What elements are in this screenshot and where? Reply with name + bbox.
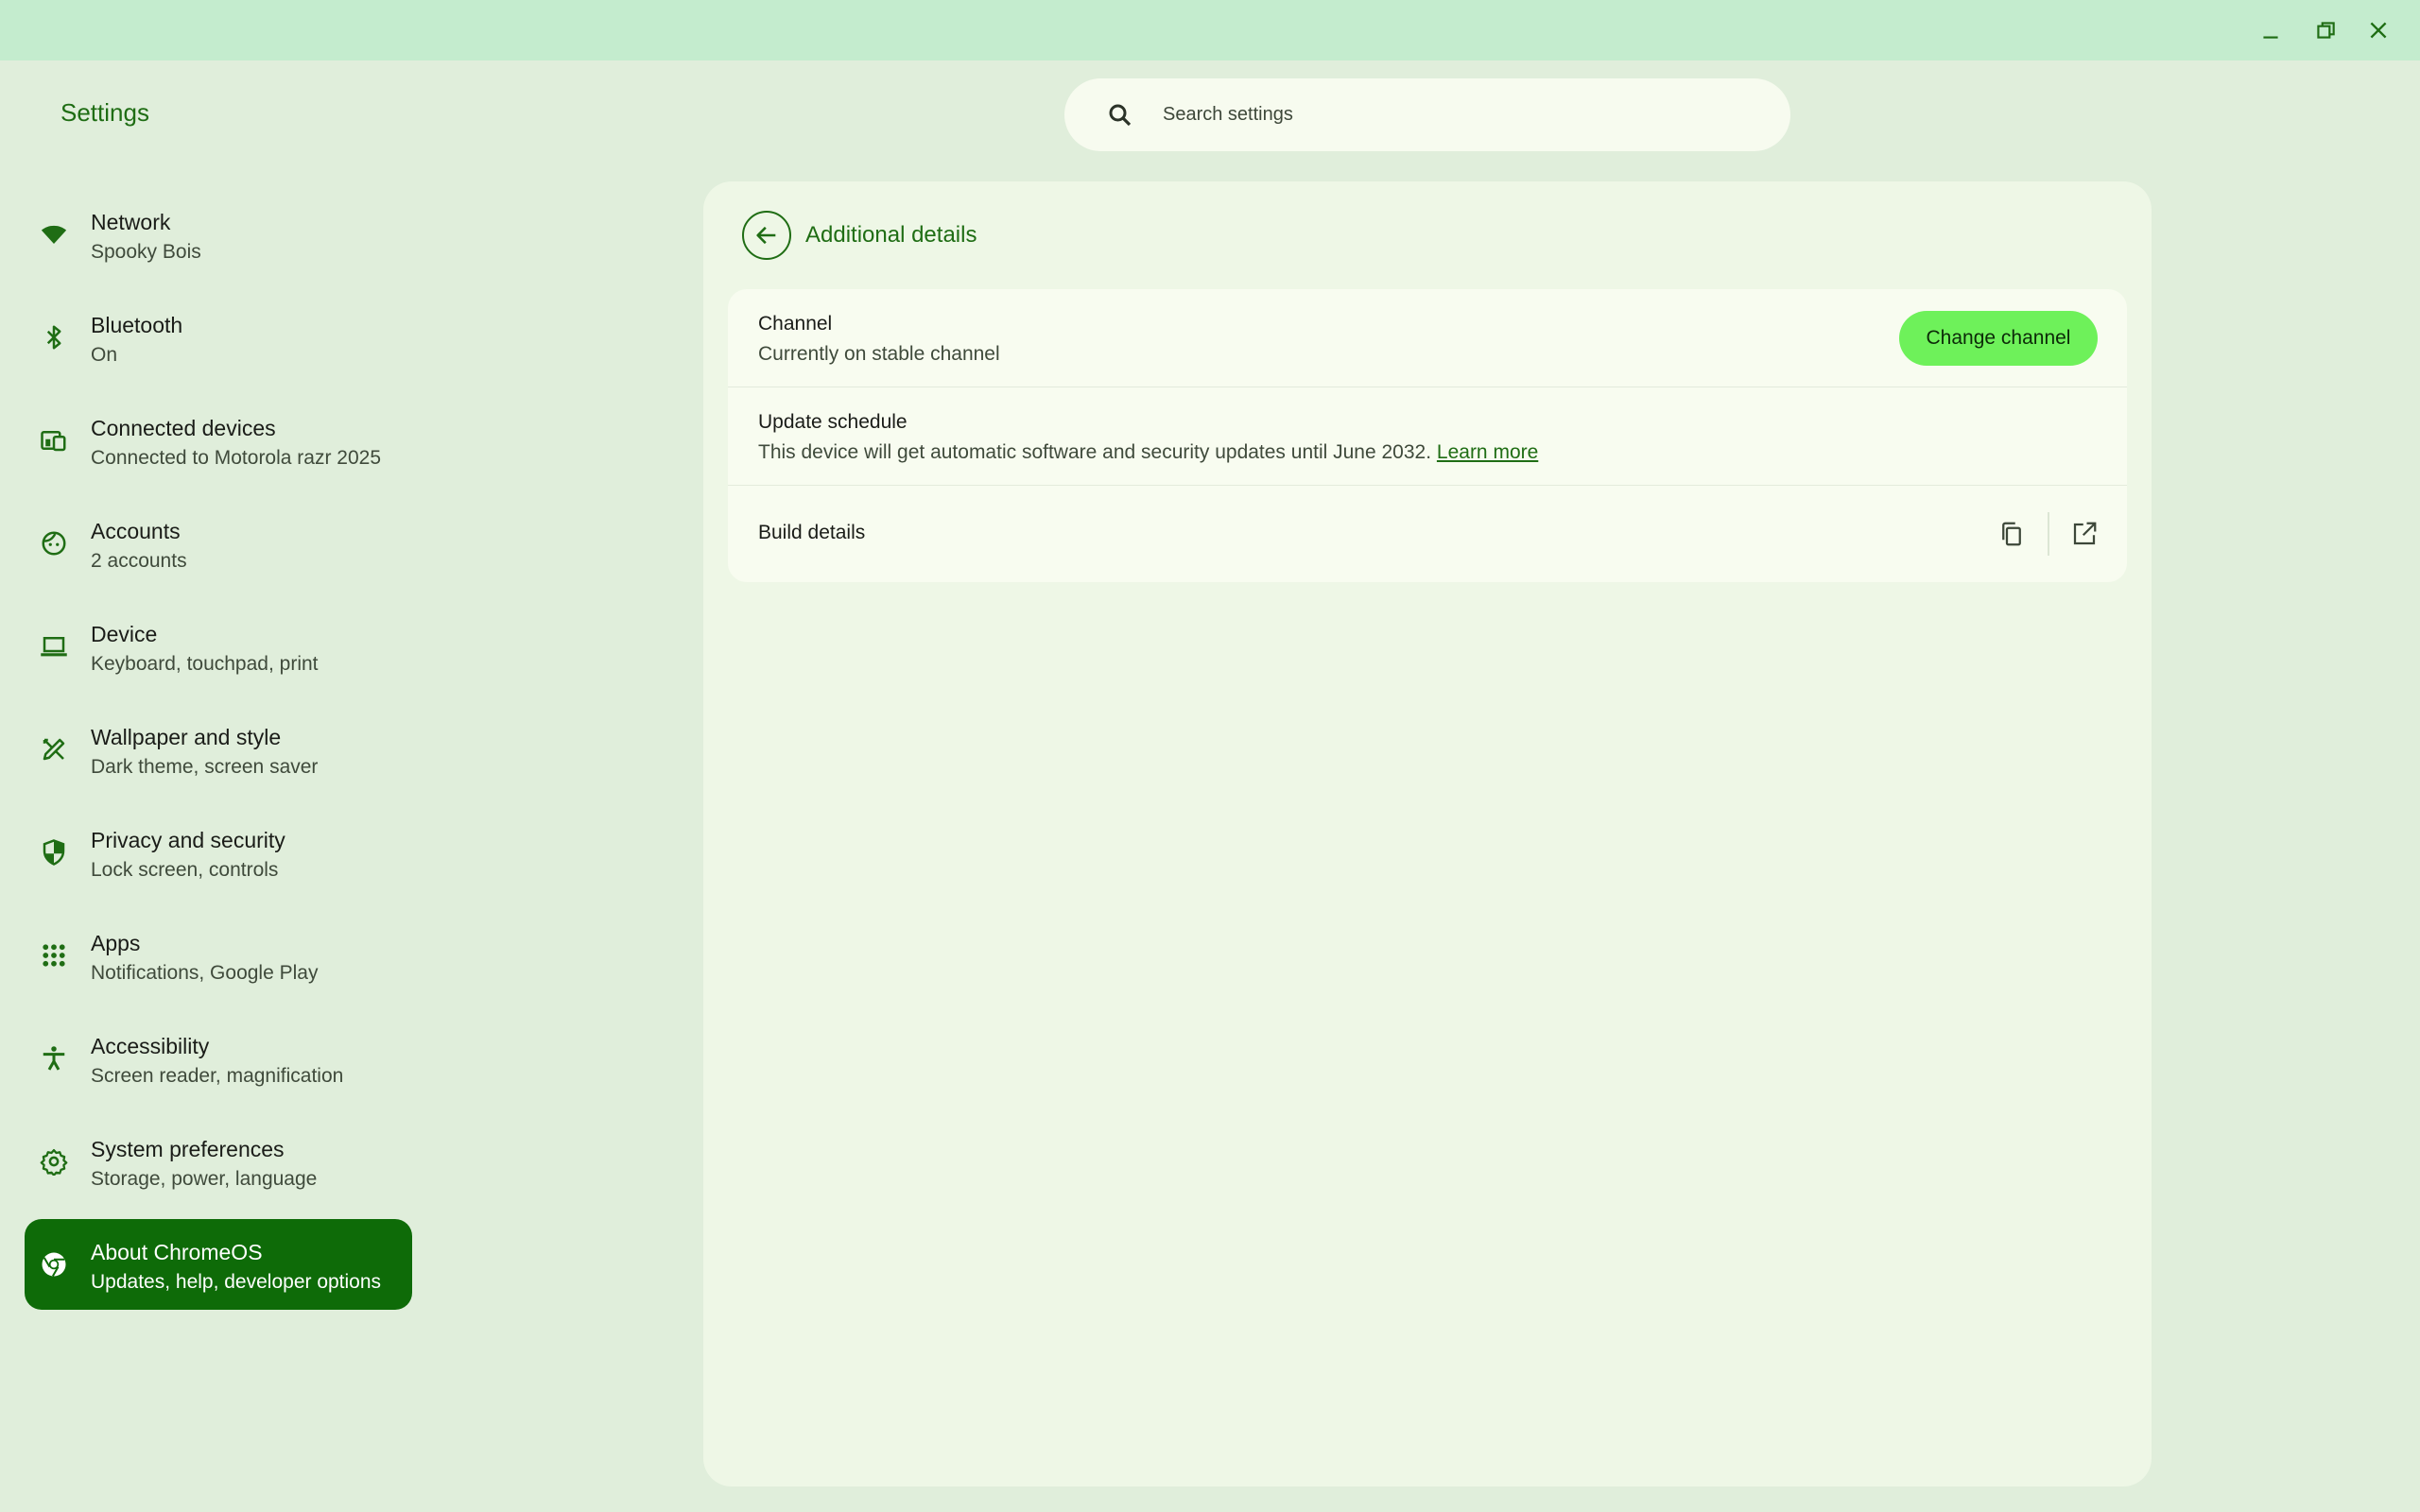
divider: [2048, 512, 2049, 556]
close-button[interactable]: [2360, 11, 2397, 49]
search-input[interactable]: Search settings: [1064, 78, 1790, 151]
restore-icon: [2317, 22, 2335, 39]
change-channel-button[interactable]: Change channel: [1899, 311, 2098, 366]
sidebar-item-bluetooth[interactable]: Bluetooth On: [25, 292, 412, 383]
sidebar-item-sublabel: Screen reader, magnification: [91, 1065, 344, 1087]
back-arrow-icon: [756, 226, 776, 245]
search-placeholder: Search settings: [1163, 104, 1293, 125]
shield-icon: [40, 838, 68, 867]
update-schedule-label: Update schedule: [758, 411, 908, 433]
sidebar-item-system-preferences[interactable]: System preferences Storage, power, langu…: [25, 1116, 412, 1207]
devices-icon: [40, 426, 68, 455]
bluetooth-icon: [40, 323, 68, 352]
channel-row: Channel Currently on stable channel Chan…: [728, 289, 2127, 387]
sidebar-item-apps[interactable]: Apps Notifications, Google Play: [25, 910, 412, 1001]
accessibility-icon: [40, 1044, 68, 1073]
laptop-icon: [40, 632, 68, 661]
sidebar-item-sublabel: On: [91, 344, 118, 366]
channel-status: Currently on stable channel: [758, 343, 1000, 365]
sidebar-item-device[interactable]: Device Keyboard, touchpad, print: [25, 601, 412, 692]
sidebar-item-sublabel: Spooky Bois: [91, 241, 201, 263]
sidebar-item-label: Network: [91, 210, 171, 234]
sidebar-item-sublabel: Updates, help, developer options: [91, 1271, 382, 1293]
sidebar-item-label: About ChromeOS: [91, 1240, 263, 1264]
sidebar-item-accounts[interactable]: Accounts 2 accounts: [25, 498, 412, 589]
sidebar-item-label: Device: [91, 622, 158, 646]
learn-more-link[interactable]: Learn more: [1437, 441, 1538, 463]
sidebar-item-label: Bluetooth: [91, 313, 183, 337]
sidebar-item-sublabel: Notifications, Google Play: [91, 962, 319, 984]
sidebar-item-label: Connected devices: [91, 416, 276, 440]
page-title: Additional details: [805, 222, 977, 248]
close-icon: [2370, 22, 2387, 39]
sidebar-item-sublabel: Keyboard, touchpad, print: [91, 653, 319, 675]
apps-grid-icon: [40, 941, 68, 970]
back-button[interactable]: [742, 211, 791, 260]
sidebar-item-about-chromeos[interactable]: About ChromeOS Updates, help, developer …: [25, 1219, 412, 1310]
sidebar-item-label: Apps: [91, 931, 141, 955]
search-icon: [1106, 101, 1134, 129]
update-schedule-description: This device will get automatic software …: [758, 441, 1432, 463]
sidebar-item-sublabel: Storage, power, language: [91, 1168, 318, 1190]
minimize-icon: [2263, 36, 2278, 39]
sidebar-item-network[interactable]: Network Spooky Bois: [25, 189, 412, 280]
sidebar-item-label: Wallpaper and style: [91, 725, 282, 749]
update-schedule-text: This device will get automatic software …: [758, 441, 1538, 464]
details-panel: Additional details Channel Currently on …: [703, 181, 2152, 1486]
sidebar-item-label: Privacy and security: [91, 828, 285, 852]
channel-label: Channel: [758, 313, 833, 335]
restore-button[interactable]: [2307, 11, 2344, 49]
sidebar-item-label: Accessibility: [91, 1034, 210, 1058]
open-external-icon: [2073, 522, 2097, 545]
gear-icon: [40, 1147, 68, 1176]
sidebar-item-accessibility[interactable]: Accessibility Screen reader, magnificati…: [25, 1013, 412, 1104]
sidebar-item-label: System preferences: [91, 1137, 285, 1161]
chrome-icon: [40, 1250, 68, 1279]
build-details-label: Build details: [758, 522, 866, 543]
update-schedule-row: Update schedule This device will get aut…: [728, 387, 2127, 486]
title-bar: [0, 0, 2420, 60]
sidebar-item-sublabel: 2 accounts: [91, 550, 187, 572]
sidebar-item-connected-devices[interactable]: Connected devices Connected to Motorola …: [25, 395, 412, 486]
sidebar-item-label: Accounts: [91, 519, 181, 543]
app-title: Settings: [60, 98, 149, 127]
face-icon: [40, 529, 68, 558]
minimize-button[interactable]: [2252, 11, 2290, 49]
copy-icon: [2002, 522, 2021, 546]
build-details-row[interactable]: Build details: [728, 486, 2127, 582]
sidebar-item-wallpaper[interactable]: Wallpaper and style Dark theme, screen s…: [25, 704, 412, 795]
details-card: Channel Currently on stable channel Chan…: [728, 289, 2127, 582]
sidebar-item-sublabel: Dark theme, screen saver: [91, 756, 319, 778]
sidebar-item-sublabel: Lock screen, controls: [91, 859, 279, 881]
wifi-icon: [40, 220, 68, 249]
sidebar-item-sublabel: Connected to Motorola razr 2025: [91, 447, 382, 469]
sidebar-item-privacy[interactable]: Privacy and security Lock screen, contro…: [25, 807, 412, 898]
copy-build-details-button[interactable]: [1992, 514, 2031, 554]
open-build-details-button[interactable]: [2065, 514, 2104, 554]
sidebar: Network Spooky Bois Bluetooth On Connect…: [25, 189, 412, 1322]
palette-icon: [40, 735, 68, 764]
